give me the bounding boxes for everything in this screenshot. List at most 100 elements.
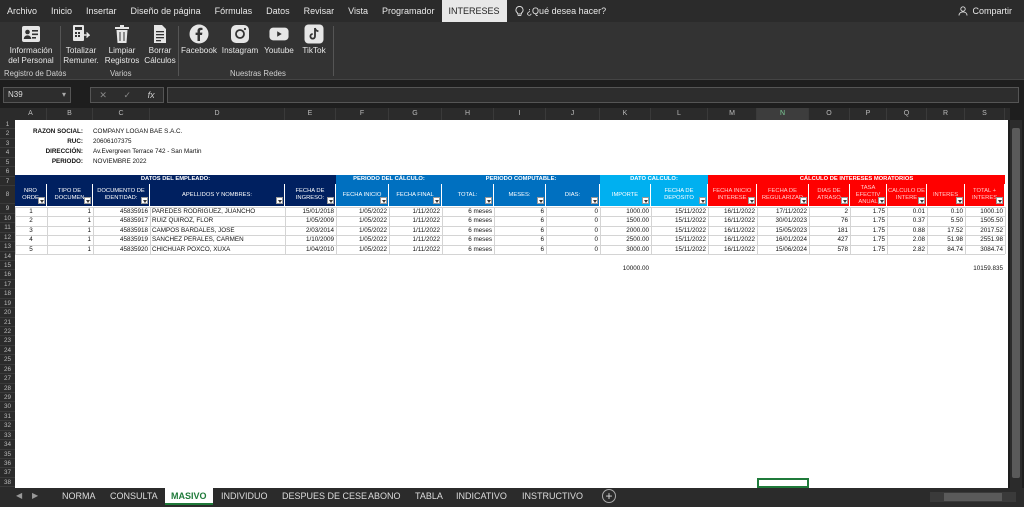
column-header-g[interactable]: G bbox=[389, 108, 442, 120]
filter-dropdown-icon[interactable] bbox=[956, 197, 963, 204]
cell-atraso[interactable]: 427 bbox=[811, 235, 848, 244]
row-header-38[interactable]: 38 bbox=[0, 478, 15, 488]
cell-ff[interactable]: 1/11/2022 bbox=[391, 216, 440, 225]
cell-total[interactable]: 6 meses bbox=[444, 245, 492, 254]
cell-ff[interactable]: 1/11/2022 bbox=[391, 207, 440, 216]
cell-nombre[interactable]: CAMPOS BARDALES, JOSE bbox=[152, 226, 283, 235]
tab-scroll-left-icon[interactable]: ◀ bbox=[16, 491, 22, 500]
column-header-o[interactable]: O bbox=[809, 108, 850, 120]
tab-scroll-right-icon[interactable]: ▶ bbox=[32, 491, 38, 500]
row-header-3[interactable]: 3 bbox=[0, 139, 15, 149]
cell-tot[interactable]: 2017.52 bbox=[967, 226, 1003, 235]
menu-diseno-pagina[interactable]: Diseño de página bbox=[124, 0, 208, 22]
column-header-d[interactable]: D bbox=[150, 108, 285, 120]
cell-tasa[interactable]: 1.75 bbox=[852, 207, 885, 216]
row-header-26[interactable]: 26 bbox=[0, 365, 15, 375]
selected-cell[interactable] bbox=[757, 478, 809, 488]
filter-dropdown-icon[interactable] bbox=[141, 197, 148, 204]
menu-intereses[interactable]: INTERESES bbox=[441, 0, 507, 22]
cell-tot[interactable]: 1505.50 bbox=[967, 216, 1003, 225]
cell-atraso[interactable]: 76 bbox=[811, 216, 848, 225]
cell-nro[interactable]: 1 bbox=[17, 207, 45, 216]
menu-inicio[interactable]: Inicio bbox=[44, 0, 79, 22]
row-header-5[interactable]: 5 bbox=[0, 158, 15, 168]
cell-tot[interactable]: 2551.98 bbox=[967, 235, 1003, 244]
column-header-h[interactable]: H bbox=[442, 108, 494, 120]
filter-dropdown-icon[interactable] bbox=[878, 197, 885, 204]
cell-calc[interactable]: 0.37 bbox=[889, 216, 925, 225]
cell-ini[interactable]: 16/11/2022 bbox=[710, 216, 755, 225]
row-header-33[interactable]: 33 bbox=[0, 431, 15, 441]
cell-nombre[interactable]: SANCHEZ PERALES, CARMEN bbox=[152, 235, 283, 244]
row-header-15[interactable]: 15 bbox=[0, 261, 15, 271]
row-header-2[interactable]: 2 bbox=[0, 129, 15, 139]
cell-nombre[interactable]: CHICHUAR POXCO, XUXA bbox=[152, 245, 283, 254]
row-header-18[interactable]: 18 bbox=[0, 289, 15, 299]
cell-ingreso[interactable]: 2/03/2014 bbox=[287, 226, 334, 235]
cell-tipo[interactable]: 1 bbox=[49, 207, 91, 216]
cell-total[interactable]: 6 meses bbox=[444, 207, 492, 216]
horizontal-scrollbar[interactable] bbox=[930, 492, 1016, 502]
menu-insertar[interactable]: Insertar bbox=[79, 0, 124, 22]
row-header-30[interactable]: 30 bbox=[0, 402, 15, 412]
cell-reg[interactable]: 17/11/2022 bbox=[759, 207, 807, 216]
limpiar-button[interactable]: Limpiar Registros bbox=[104, 24, 140, 66]
tiktok-button[interactable]: TikTok bbox=[299, 24, 329, 56]
filter-dropdown-icon[interactable] bbox=[841, 197, 848, 204]
cell-dep[interactable]: 15/11/2022 bbox=[653, 216, 706, 225]
scroll-thumb[interactable] bbox=[1012, 128, 1020, 478]
tab-despues-cese[interactable]: DESPUES DE CESE bbox=[276, 488, 373, 505]
column-header-l[interactable]: L bbox=[651, 108, 708, 120]
filter-dropdown-icon[interactable] bbox=[591, 197, 598, 204]
cell-doc[interactable]: 45835916 bbox=[95, 207, 148, 216]
cell-ingreso[interactable]: 1/05/2009 bbox=[287, 216, 334, 225]
filter-dropdown-icon[interactable] bbox=[996, 197, 1003, 204]
cell-ini[interactable]: 16/11/2022 bbox=[710, 207, 755, 216]
cell-nro[interactable]: 3 bbox=[17, 226, 45, 235]
row-header-12[interactable]: 12 bbox=[0, 233, 15, 243]
cell-fi[interactable]: 1/05/2022 bbox=[338, 216, 387, 225]
filter-dropdown-icon[interactable] bbox=[748, 197, 755, 204]
cell-dep[interactable]: 15/11/2022 bbox=[653, 235, 706, 244]
row-header-21[interactable]: 21 bbox=[0, 318, 15, 328]
row-header-34[interactable]: 34 bbox=[0, 440, 15, 450]
info-personal-button[interactable]: Información del Personal bbox=[6, 24, 56, 66]
column-header-p[interactable]: P bbox=[850, 108, 887, 120]
tab-norma[interactable]: NORMA bbox=[56, 488, 102, 505]
menu-programador[interactable]: Programador bbox=[375, 0, 442, 22]
row-header-8[interactable]: 8 bbox=[0, 186, 15, 204]
column-header-i[interactable]: I bbox=[494, 108, 546, 120]
row-header-22[interactable]: 22 bbox=[0, 327, 15, 337]
worksheet[interactable]: RAZON SOCIAL: COMPANY LOGAN BAE S.A.C. R… bbox=[15, 120, 1008, 488]
cell-calc[interactable]: 0.88 bbox=[889, 226, 925, 235]
cell-tipo[interactable]: 1 bbox=[49, 245, 91, 254]
menu-formulas[interactable]: Fórmulas bbox=[208, 0, 260, 22]
cell-meses[interactable]: 6 bbox=[496, 235, 544, 244]
cell-reg[interactable]: 15/05/2023 bbox=[759, 226, 807, 235]
row-header-31[interactable]: 31 bbox=[0, 412, 15, 422]
cell-importe[interactable]: 2500.00 bbox=[602, 235, 649, 244]
column-header-f[interactable]: F bbox=[336, 108, 389, 120]
column-header-j[interactable]: J bbox=[546, 108, 600, 120]
row-header-13[interactable]: 13 bbox=[0, 242, 15, 252]
facebook-button[interactable]: Facebook bbox=[180, 24, 218, 56]
cell-doc[interactable]: 45835920 bbox=[95, 245, 148, 254]
tab-abono[interactable]: ABONO bbox=[362, 488, 407, 505]
row-header-16[interactable]: 16 bbox=[0, 270, 15, 280]
cell-total[interactable]: 6 meses bbox=[444, 235, 492, 244]
cell-calc[interactable]: 2.08 bbox=[889, 235, 925, 244]
cell-fi[interactable]: 1/05/2022 bbox=[338, 226, 387, 235]
cell-nro[interactable]: 4 bbox=[17, 235, 45, 244]
cell-tasa[interactable]: 1.75 bbox=[852, 226, 885, 235]
tab-tabla[interactable]: TABLA bbox=[409, 488, 449, 505]
cell-meses[interactable]: 6 bbox=[496, 226, 544, 235]
row-header-25[interactable]: 25 bbox=[0, 355, 15, 365]
cell-tipo[interactable]: 1 bbox=[49, 216, 91, 225]
cell-atraso[interactable]: 181 bbox=[811, 226, 848, 235]
row-header-7[interactable]: 7 bbox=[0, 177, 15, 186]
menu-vista[interactable]: Vista bbox=[341, 0, 375, 22]
cell-meses[interactable]: 6 bbox=[496, 207, 544, 216]
row-header-24[interactable]: 24 bbox=[0, 346, 15, 356]
cancel-icon[interactable]: ✕ bbox=[99, 90, 107, 101]
filter-dropdown-icon[interactable] bbox=[84, 197, 91, 204]
